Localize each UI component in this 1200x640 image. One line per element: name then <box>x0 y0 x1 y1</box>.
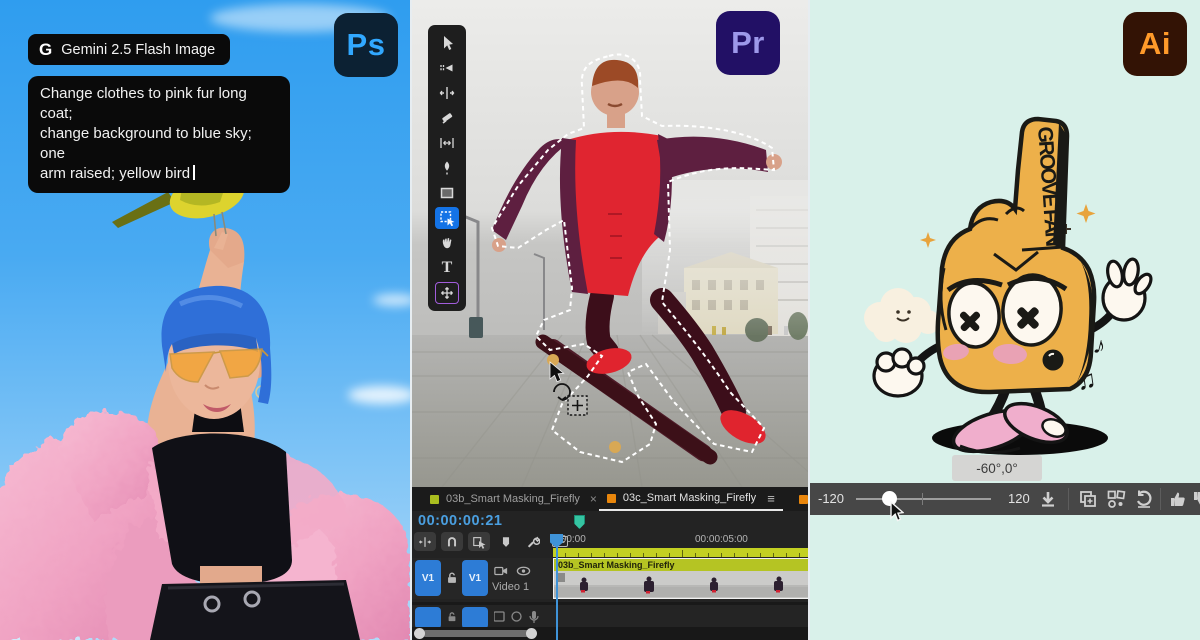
sequence-tab-bar: 03b_Smart Masking_Firefly × 03c_Smart Ma… <box>412 487 810 511</box>
razor-tool[interactable] <box>435 107 459 129</box>
selection-tool[interactable] <box>435 32 459 54</box>
premiere-panel: T Pr 03b_Smart Masking_Firefly × 03c_Sma… <box>410 0 810 640</box>
rotation-value-tooltip: -60°,0° <box>952 455 1042 481</box>
mouse-cursor <box>888 501 904 523</box>
prompt-line: change background to blue sky; one <box>40 124 278 164</box>
sync-lock-icon[interactable] <box>494 565 508 577</box>
prompt-text-box[interactable]: Change clothes to pink fur long coat; ch… <box>28 76 290 193</box>
thumbs-up-icon[interactable] <box>1168 489 1188 509</box>
generative-control-bar: -120 120 <box>810 483 1200 515</box>
timecode-display[interactable]: 00:00:00:21 <box>418 513 503 529</box>
premiere-app-icon: Pr <box>716 11 780 75</box>
illustrator-app-icon: Ai <box>1123 12 1187 76</box>
scrollbar-thumb[interactable] <box>422 630 532 637</box>
trash-bin <box>469 317 483 338</box>
rectangle-tool[interactable] <box>435 182 459 204</box>
snap-magnet-icon[interactable] <box>441 532 463 551</box>
gemini-model-chip: G Gemini 2.5 Flash Image <box>28 34 230 65</box>
nest-toggle-icon[interactable] <box>414 532 436 551</box>
sequence-color-swatch <box>430 495 439 504</box>
variations-icon[interactable] <box>1106 489 1126 509</box>
clip-name-label: 03b_Smart Masking_Firefly <box>554 559 810 571</box>
track-lock-icon[interactable] <box>445 571 459 585</box>
source-patch-v1-button[interactable]: V1 <box>415 560 441 596</box>
slip-tool[interactable] <box>435 132 459 154</box>
sequence-tab-active[interactable]: 03c_Smart Masking_Firefly ≡ <box>599 487 783 511</box>
foam-finger-body: GROOVE FAN <box>938 119 1094 392</box>
slider-center-tick <box>922 493 923 505</box>
undo-icon[interactable] <box>1134 489 1154 509</box>
audio-lock-icon[interactable] <box>446 611 458 623</box>
object-selection-tool[interactable] <box>435 207 459 229</box>
timeline-settings-wrench-icon[interactable] <box>522 532 544 551</box>
screenshot-stage: G Gemini 2.5 Flash Image Change clothes … <box>0 0 1200 640</box>
toggle-track-output-eye-icon[interactable] <box>516 565 531 577</box>
sequence-marker[interactable] <box>574 515 585 529</box>
mute-solo-icons[interactable] <box>494 611 554 623</box>
timeline-toolbar: CC <box>414 532 571 551</box>
timeline-panel: 03b_Smart Masking_Firefly × 03c_Smart Ma… <box>412 487 810 640</box>
close-tab-icon[interactable]: × <box>588 492 599 506</box>
divider <box>1068 488 1069 510</box>
audio-track-header <box>412 602 810 627</box>
sequence-tab[interactable]: 03b_Smart Masking_Firefly <box>412 487 588 511</box>
pen-tool[interactable] <box>435 157 459 179</box>
clip-thumbnails <box>554 571 810 597</box>
ripple-edit-tool[interactable] <box>435 82 459 104</box>
ruler-tick-label: 00:00:05:00 <box>695 534 748 545</box>
google-g-icon: G <box>39 40 52 60</box>
thumbs-down-icon[interactable] <box>1191 489 1200 509</box>
timeline-clip[interactable]: 03b_Smart Masking_Firefly <box>553 558 810 599</box>
track-target-a1-button[interactable] <box>462 607 488 629</box>
illustrator-panel: ♪ ♫ GROOVE FAN <box>810 0 1200 640</box>
text-cursor <box>193 165 195 180</box>
work-area-bar[interactable] <box>553 548 810 557</box>
hand-tool[interactable] <box>435 232 459 254</box>
prompt-line: arm raised; yellow bird <box>40 164 278 184</box>
prompt-line: Change clothes to pink fur long coat; <box>40 84 278 124</box>
slider-min-label: -120 <box>818 491 844 506</box>
sequence-color-swatch <box>799 495 808 504</box>
sequence-color-swatch <box>607 494 616 503</box>
track-select-forward-tool[interactable] <box>435 57 459 79</box>
transform-tool[interactable] <box>435 282 459 304</box>
track-target-v1-button[interactable]: V1 <box>462 560 488 596</box>
scrollbar-handle-right[interactable] <box>526 628 537 639</box>
photoshop-panel: G Gemini 2.5 Flash Image Change clothes … <box>0 0 410 640</box>
type-tool[interactable]: T <box>435 257 459 279</box>
playhead-line <box>556 537 558 640</box>
rotation-slider-track[interactable] <box>856 498 991 500</box>
smiling-cloud <box>864 288 940 343</box>
slider-max-label: 120 <box>1008 491 1030 506</box>
premiere-toolbar: T <box>428 25 466 311</box>
divider <box>1160 488 1161 510</box>
photoshop-app-icon: Ps <box>334 13 398 77</box>
track-name-label[interactable]: Video 1 <box>492 581 529 593</box>
scrollbar-handle-left[interactable] <box>414 628 425 639</box>
duplicate-icon[interactable] <box>1078 489 1098 509</box>
linked-selection-icon[interactable] <box>468 532 490 551</box>
add-marker-icon[interactable] <box>495 532 517 551</box>
video-track-header: V1 V1 <box>412 558 553 599</box>
download-icon[interactable] <box>1038 489 1058 509</box>
panel-menu-icon[interactable]: ≡ <box>767 491 775 506</box>
gemini-model-label: Gemini 2.5 Flash Image <box>61 42 215 58</box>
source-patch-a1-button[interactable] <box>415 607 441 629</box>
timeline-scrollbar[interactable] <box>412 627 810 640</box>
sequence-tab[interactable]: 03e_Sma <box>791 487 810 511</box>
